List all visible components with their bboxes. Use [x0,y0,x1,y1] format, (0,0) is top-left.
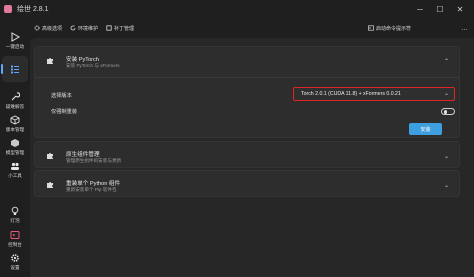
sidebar: 一键启动 疑难解答 版本管理 模型管理 小工具 灯泡 控制台 设置 [0,18,30,277]
version-select[interactable]: Torch 2.0.1 (CUDA 11.8) + xFormers 0.0.2… [293,87,455,101]
card-subtitle: 管理原生组件的安装与更新 [66,158,122,163]
console-icon [10,230,21,240]
wrench-icon [10,92,21,102]
box-icon [10,138,21,148]
advanced-options-button[interactable]: 高级选项 [30,18,66,38]
sidebar-item-label: 版本管理 [5,127,25,132]
people-icon [10,161,21,171]
pytorch-card: 安装 PyTorch 安装 PyTorch 与 xFormers ⌃ 选择版本 … [34,46,460,138]
toolbar-label: 高级选项 [42,25,63,32]
close-button[interactable]: ✕ [450,0,470,18]
sidebar-item-label: 一键启动 [5,44,25,49]
toolbar-label: 环境维护 [78,25,99,32]
sidebar-item-settings[interactable]: 设置 [0,249,30,275]
sidebar-item-advanced[interactable] [1,56,28,82]
sidebar-item-label: 小工具 [8,173,22,178]
gear-icon [10,253,21,263]
card-title: 重装单个 Python 组件 [66,181,121,187]
terminal-icon [368,25,374,31]
sidebar-item-label: 灯泡 [10,218,20,223]
chevron-down-icon: ⌄ [443,183,449,189]
sidebar-item-label: 控制台 [8,242,22,247]
play-icon [10,32,21,42]
window-title: 绘世 2.8.1 [17,6,49,13]
card-title: 原生组件管理 [66,152,100,158]
version-select-value: Torch 2.0.1 (CUDA 11.8) + xFormers 0.0.2… [301,91,401,97]
python-component-card[interactable]: 重装单个 Python 组件 重新安装单个 Pip 软件包 ⌄ [34,170,460,197]
install-button[interactable]: 安装 [409,123,442,135]
title-bar: 绘世 2.8.1 ─ ☐ ✕ [0,0,474,18]
sidebar-item-launch[interactable]: 一键启动 [0,28,30,54]
sidebar-item-bulb[interactable]: 灯泡 [0,202,30,228]
launch-cmd-button[interactable]: 启动命令提示符 [364,18,415,38]
puzzle-icon [46,151,55,160]
divider [35,77,459,78]
window-controls: ─ ☐ ✕ [410,0,470,18]
refresh-icon [70,25,76,31]
env-maintenance-button[interactable]: 环境维护 [66,18,102,38]
sidebar-item-label: 疑难解答 [5,104,25,109]
bulb-icon [10,206,21,216]
settings-icon [34,25,40,31]
chevron-down-icon: ⌄ [443,154,449,160]
reinstall-toggle[interactable] [441,108,455,115]
native-components-card[interactable]: 原生组件管理 管理原生组件的安装与更新 ⌄ [34,141,460,168]
sidebar-item-label: 设置 [10,265,20,270]
cube-icon [10,115,21,125]
card-title: 安装 PyTorch [66,57,99,63]
sidebar-item-label: 模型管理 [5,150,25,155]
chevron-up-icon: ⌃ [443,59,449,65]
list-icon [10,64,21,74]
puzzle-icon [46,56,55,65]
puzzle-icon [46,180,55,189]
maximize-button[interactable]: ☐ [430,0,450,18]
main-content: 安装 PyTorch 安装 PyTorch 与 xFormers ⌃ 选择版本 … [30,38,474,277]
reinstall-label: 仅强制重装 [51,109,77,115]
sidebar-item-tools[interactable]: 小工具 [0,157,30,183]
more-options-button[interactable]: … [461,18,468,38]
toggle-knob [443,110,447,114]
toolbar-label: 启动命令提示符 [376,25,412,32]
card-subtitle: 安装 PyTorch 与 xFormers [66,63,120,68]
version-label: 选择版本 [51,93,72,99]
patch-icon [106,25,112,31]
app-logo [4,5,12,13]
card-subtitle: 重新安装单个 Pip 软件包 [66,187,117,192]
patch-management-button[interactable]: 补丁管理 [102,18,138,38]
toolbar-label: 补丁管理 [114,25,135,32]
minimize-button[interactable]: ─ [410,0,430,18]
pytorch-card-header[interactable]: 安装 PyTorch 安装 PyTorch 与 xFormers ⌃ [35,47,459,75]
chevron-down-icon: ⌄ [443,91,449,97]
toolbar: 高级选项 环境维护 补丁管理 启动命令提示符 … [30,18,474,38]
